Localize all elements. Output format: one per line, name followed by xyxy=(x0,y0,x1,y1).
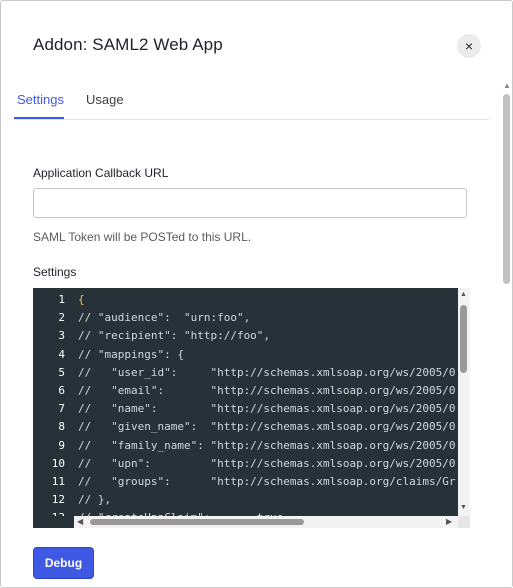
scroll-up-icon[interactable]: ▲ xyxy=(460,291,467,298)
code-line: // "upn": "http://schemas.xmlsoap.org/ws… xyxy=(78,456,456,470)
line-number: 12 xyxy=(51,493,65,507)
code-line: // "email": "http://schemas.xmlsoap.org/… xyxy=(78,384,456,397)
tab-settings[interactable]: Settings xyxy=(17,92,64,107)
code-line: // "recipient": "http://foo", xyxy=(78,329,271,343)
settings-code-editor[interactable]: 12345678910111213 {// "audience": "urn:f… xyxy=(33,288,470,528)
line-number: 9 xyxy=(58,438,65,452)
line-number: 4 xyxy=(58,347,65,361)
callback-url-label: Application Callback URL xyxy=(33,166,169,180)
dialog-scrollbar-thumb[interactable] xyxy=(503,94,510,284)
code-line: // "given_name": "http://schemas.xmlsoap… xyxy=(78,420,456,434)
editor-hscroll-thumb[interactable] xyxy=(90,519,304,525)
line-number: 8 xyxy=(58,420,65,434)
callback-url-help: SAML Token will be POSTed to this URL. xyxy=(33,230,252,244)
code-line: // "user_id": "http://schemas.xmlsoap.or… xyxy=(78,365,456,379)
scroll-left-icon[interactable]: ◀ xyxy=(77,517,83,526)
line-number: 11 xyxy=(51,475,65,488)
code-line: { xyxy=(78,293,85,306)
line-number-gutter: 12345678910111213 xyxy=(33,288,73,524)
settings-label: Settings xyxy=(33,265,77,279)
line-number: 3 xyxy=(58,329,65,343)
scroll-down-icon[interactable]: ▼ xyxy=(460,504,467,511)
line-number: 10 xyxy=(51,456,65,470)
line-number: 7 xyxy=(58,402,65,416)
addon-dialog: Addon: SAML2 Web App × Settings Usage ▲ … xyxy=(0,0,513,588)
line-number: 2 xyxy=(58,311,65,325)
code-line: // }, xyxy=(78,493,112,507)
line-number: 5 xyxy=(58,365,65,379)
close-button[interactable]: × xyxy=(457,34,481,58)
code-line: // "groups": "http://schemas.xmlsoap.org… xyxy=(78,475,456,488)
editor-vertical-scrollbar[interactable]: ▲ ▼ xyxy=(458,288,470,516)
code-area[interactable]: { // "audience": "urn:foo", // "recipient"… xyxy=(74,288,458,516)
debug-button[interactable]: Debug xyxy=(33,547,94,579)
code-line: // "family_name": "http://schemas.xmlsoa… xyxy=(78,438,456,452)
gutter-bottom xyxy=(33,516,74,528)
scrollbar-corner xyxy=(458,516,470,528)
tab-usage[interactable]: Usage xyxy=(86,92,124,107)
callback-url-input[interactable] xyxy=(33,188,467,218)
dialog-title: Addon: SAML2 Web App xyxy=(33,35,223,54)
code-line: // "mappings": { xyxy=(78,347,184,361)
code-line: // "audience": "urn:foo", xyxy=(78,311,251,325)
editor-vscroll-thumb[interactable] xyxy=(460,305,467,373)
close-icon: × xyxy=(464,38,474,54)
tab-bar: Settings Usage xyxy=(13,83,489,120)
editor-horizontal-scrollbar[interactable]: ◀ ▶ xyxy=(74,516,458,528)
dialog-scroll-up-icon[interactable]: ▲ xyxy=(503,81,511,90)
active-tab-indicator xyxy=(14,117,64,119)
scroll-right-icon[interactable]: ▶ xyxy=(446,517,452,526)
line-number: 1 xyxy=(58,293,65,306)
code-line: // "name": "http://schemas.xmlsoap.org/w… xyxy=(78,402,456,416)
line-number: 6 xyxy=(58,384,65,397)
